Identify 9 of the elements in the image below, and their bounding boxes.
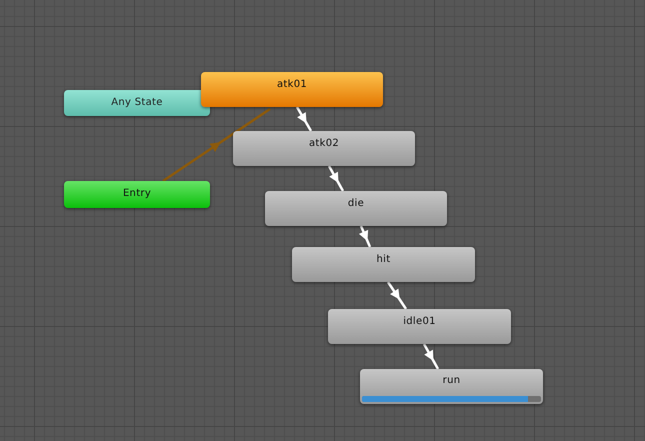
state-node[interactable]: Entry xyxy=(64,181,210,208)
state-node[interactable]: Any State xyxy=(64,90,210,116)
state-node[interactable]: run xyxy=(360,369,543,404)
transition-arrow[interactable] xyxy=(162,108,271,182)
state-node[interactable]: hit xyxy=(292,247,475,282)
state-node[interactable]: atk02 xyxy=(233,131,415,166)
state-node[interactable]: die xyxy=(265,191,447,226)
state-node[interactable]: atk01 xyxy=(201,72,383,107)
state-node[interactable]: idle01 xyxy=(328,309,511,344)
